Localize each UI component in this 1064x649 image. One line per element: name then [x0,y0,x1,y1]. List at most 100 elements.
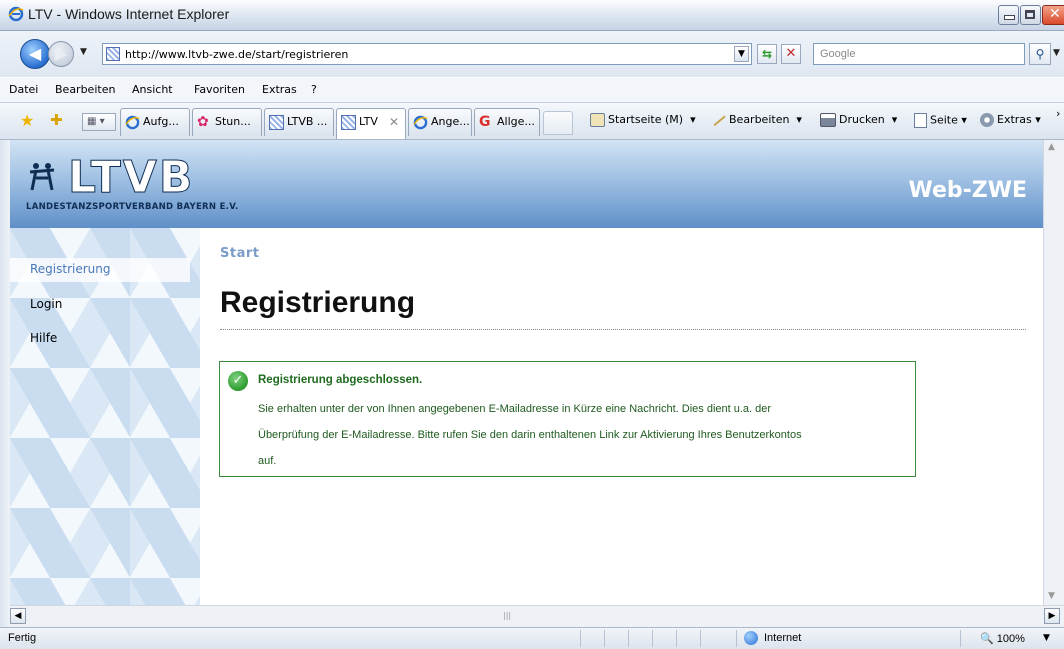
tab-label: Allge... [497,115,535,128]
security-zone-label[interactable]: Internet [764,632,801,644]
tab-2[interactable]: ✿ Stun... [192,108,262,136]
horizontal-scrollbar[interactable]: ◀ ||| ▶ [10,605,1064,627]
window-titlebar: LTV - Windows Internet Explorer ✕ [0,0,1064,31]
status-text: Fertig [8,632,37,644]
favorites-star-icon[interactable]: ★ [20,111,34,130]
menu-tools[interactable]: Extras [262,83,297,96]
address-toolbar: ◀ ▶ ▼ http://www.ltvb-zwe.de/start/regis… [0,31,1064,77]
site-banner: LTVB LANDESTANZSPORTVERBAND BAYERN E.V. … [10,140,1043,228]
address-bar[interactable]: http://www.ltvb-zwe.de/start/registriere… [102,43,752,65]
add-favorite-icon[interactable]: ✚ [50,111,63,129]
sidebar-item-hilfe[interactable]: Hilfe [30,331,57,345]
quick-tabs-button[interactable]: ▦ ▾ [82,113,116,131]
page-icon [914,113,927,128]
minimize-button[interactable] [998,5,1019,25]
refresh-button[interactable]: ⇆ [757,44,777,64]
menu-bar: Datei Bearbeiten Ansicht Favoriten Extra… [0,78,1064,103]
tools-button[interactable]: Extras ▾ [980,113,1041,127]
sidebar-item-login[interactable]: Login [30,297,62,311]
toolbar-overflow-chevron-icon[interactable]: › [1056,107,1060,120]
site-logo[interactable]: LTVB LANDESTANZSPORTVERBAND BAYERN E.V. [26,152,266,220]
forward-button[interactable]: ▶ [48,41,74,67]
status-divider [960,630,961,647]
scroll-right-button[interactable]: ▶ [1044,608,1060,624]
breadcrumb[interactable]: Start [220,246,259,261]
back-button[interactable]: ◀ [20,39,50,69]
print-button[interactable]: Drucken ▾ [820,113,897,127]
search-options-dropdown[interactable]: ▼ [1053,48,1060,58]
checkmark-icon: ✓ [228,371,248,391]
success-message-title: Registrierung abgeschlossen. [258,374,423,386]
close-icon: ✕ [1049,6,1061,22]
ie-icon [8,6,24,22]
vertical-scrollbar[interactable]: ▲ ▼ [1043,140,1064,605]
page-label: Seite [930,113,958,127]
printer-icon [820,113,836,127]
zoom-value: 100% [996,633,1025,645]
zoom-dropdown[interactable]: ▼ [1043,633,1050,643]
home-icon [590,113,605,127]
search-button[interactable]: ⚲ [1029,43,1051,65]
bavaria-flag-icon [341,115,356,130]
forward-arrow-icon: ▶ [54,44,68,63]
bavaria-flag-icon [269,115,284,130]
tab-6[interactable]: G Allge... [474,108,540,136]
success-message-body: Sie erhalten unter der von Ihnen angegeb… [258,396,908,474]
new-tab-button[interactable] [543,111,573,135]
sidebar-nav: Registrierung Login Hilfe [10,228,200,605]
menu-edit[interactable]: Bearbeiten [55,83,115,96]
title-divider [220,329,1026,330]
url-text[interactable]: http://www.ltvb-zwe.de/start/registriere… [125,48,348,61]
status-divider [580,630,581,647]
history-dropdown[interactable]: ▼ [80,47,87,57]
menu-file[interactable]: Datei [9,83,38,96]
ie-icon [125,115,140,130]
stop-button[interactable]: ✕ [781,44,801,64]
close-button[interactable]: ✕ [1042,5,1064,25]
status-divider [676,630,677,647]
message-line: auf. [258,455,277,467]
pencil-icon [712,113,726,127]
sidebar-item-registrierung[interactable]: Registrierung [30,262,111,276]
edit-label: Bearbeiten [729,113,790,126]
ie-icon [413,115,428,130]
menu-favorites[interactable]: Favoriten [194,83,245,96]
home-label: Startseite (M) [608,113,684,126]
tab-5[interactable]: Ange... [408,108,472,136]
tab-4-active[interactable]: LTV ✕ [336,108,406,139]
tab-1[interactable]: Aufg... [120,108,190,136]
menu-view[interactable]: Ansicht [132,83,173,96]
scroll-down-icon[interactable]: ▼ [1048,591,1055,601]
edit-button[interactable]: Bearbeiten ▾ [712,113,802,127]
message-line: Überprüfung der E-Mailadresse. Bitte ruf… [258,429,802,441]
status-divider [628,630,629,647]
scrollbar-grip-icon[interactable]: ||| [503,611,511,620]
close-tab-icon[interactable]: ✕ [389,109,399,135]
page-button[interactable]: Seite ▾ [914,113,967,128]
logo-subtitle: LANDESTANZSPORTVERBAND BAYERN E.V. [26,202,239,212]
message-line: Sie erhalten unter der von Ihnen angegeb… [258,403,772,415]
scroll-left-button[interactable]: ◀ [10,608,26,624]
dancers-icon [29,163,55,191]
search-input[interactable]: Google [813,43,1025,65]
tab-label: Stun... [215,115,251,128]
status-bar: Fertig Internet 🔍 100% ▼ [0,627,1064,649]
google-icon: G [479,114,491,130]
bavaria-flag-icon [106,47,120,61]
status-divider [604,630,605,647]
address-dropdown-button[interactable]: ▼ [734,46,749,62]
search-icon: ⚲ [1035,47,1045,61]
zoom-level[interactable]: 🔍 100% [980,632,1025,645]
window-left-edge [0,140,10,627]
maximize-button[interactable] [1020,5,1041,25]
tab-label: LTVB ... [287,115,328,128]
scroll-up-icon[interactable]: ▲ [1048,142,1055,152]
menu-help[interactable]: ? [311,83,317,96]
gear-icon [980,113,994,127]
status-divider [700,630,701,647]
success-message-box: ✓ Registrierung abgeschlossen. Sie erhal… [219,361,916,477]
tab-3[interactable]: LTVB ... [264,108,334,136]
home-button[interactable]: Startseite (M) ▾ [590,113,696,127]
app-name: Web-ZWE [908,178,1027,203]
tab-label: Ange... [431,115,470,128]
